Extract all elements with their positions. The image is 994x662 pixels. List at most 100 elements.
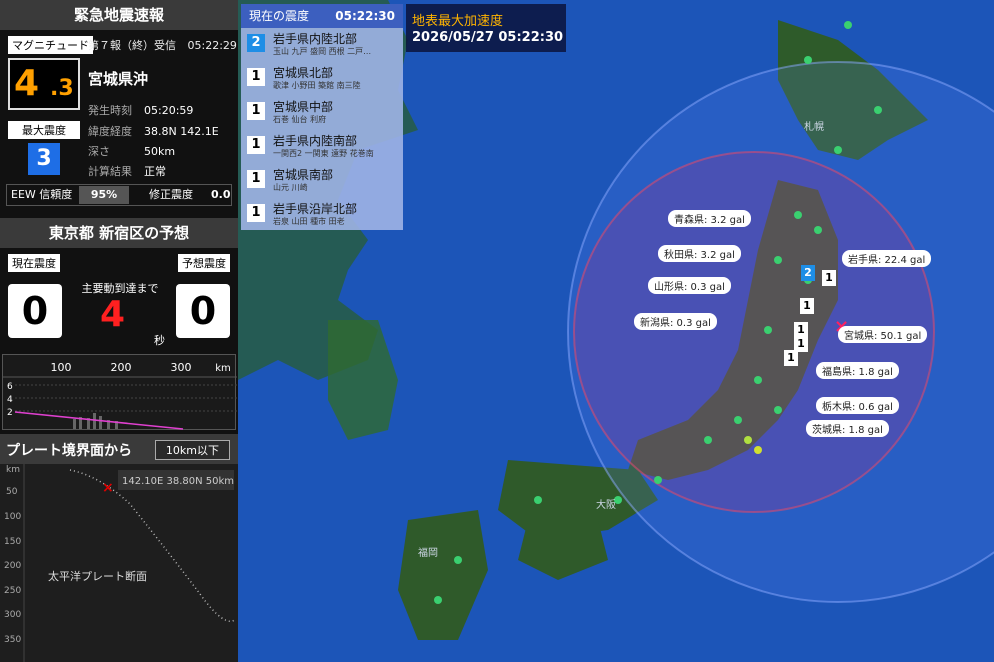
magnitude-decimal: .3	[50, 76, 74, 101]
depth-filter-button[interactable]: 10km以下	[154, 440, 230, 460]
region-cities: 玉山 九戸 盛岡 西根 二戸…	[273, 47, 372, 56]
intensity-list-time: 05:22:30	[335, 9, 395, 23]
dist-x-unit: km	[215, 363, 231, 374]
pga-panel: 地表最大加速度 2026/05/27 05:22:30	[406, 4, 566, 52]
plate-y-tick: 250	[4, 586, 21, 596]
map-intensity-badge: 1	[822, 270, 836, 286]
current-intensity-value: 0	[8, 284, 62, 338]
report-number: 第７報（終）受信	[88, 39, 176, 52]
kyushu	[398, 510, 488, 640]
dist-x-tick: 300	[171, 361, 192, 374]
arrival-seconds: 4	[100, 294, 126, 335]
left-panel: 緊急地震速報 マグニチュード 第７報（終）受信 05:22:29 4 .3 宮城…	[0, 0, 238, 662]
gal-label: 岩手県: 22.4 gal	[842, 250, 932, 267]
intensity-row[interactable]: 1 宮城県南部 山元 川崎	[241, 164, 403, 198]
plate-y-tick: 50	[6, 487, 18, 497]
dist-y-tick: 6	[7, 382, 13, 392]
plate-y-tick: 300	[4, 610, 21, 620]
max-intensity-label: 最大震度	[8, 121, 80, 139]
intensity-row[interactable]: 1 岩手県沿岸北部 岩泉 山田 種市 田老	[241, 198, 403, 232]
dist-y-tick: 4	[7, 395, 13, 405]
plate-y-tick: 100	[4, 512, 21, 522]
gal-label: 新潟県: 0.3 gal	[634, 313, 717, 330]
city-label: 福岡	[418, 546, 438, 559]
gal-label: 青森県: 3.2 gal	[668, 210, 751, 227]
current-intensity-label: 現在震度	[8, 254, 60, 272]
detail-row: 発生時刻 05:20:59	[88, 104, 194, 117]
map-intensity-badge: 1	[784, 350, 798, 366]
intensity-badge: 2	[247, 34, 265, 52]
magnitude-label: マグニチュード	[8, 36, 93, 54]
intensity-list-title: 現在の震度	[249, 9, 310, 23]
shikoku	[518, 520, 608, 580]
hypocenter-marker: ×	[102, 480, 114, 496]
detail-row: 緯度経度 38.8N 142.1E	[88, 125, 219, 138]
plate-y-tick: 200	[4, 561, 21, 571]
gal-label: 福島県: 1.8 gal	[816, 362, 899, 379]
region-cities: 石巻 仙台 利府	[273, 115, 327, 124]
region-name: 岩手県内陸北部	[273, 32, 358, 46]
region-cities: 歌津 小野田 築館 南三陸	[273, 81, 361, 90]
city-label: 大阪	[596, 498, 616, 511]
region-cities: 岩泉 山田 種市 田老	[273, 217, 345, 226]
region-name: 岩手県内陸南部	[273, 134, 358, 148]
forecast-panel: 現在震度 予想震度 0 0 主要動到達まで 4 秒	[0, 248, 238, 352]
gal-label: 栃木県: 0.6 gal	[816, 397, 899, 414]
arrival-unit: 秒	[154, 334, 165, 347]
distance-chart: 100 200 300 km 6 4 2	[2, 354, 237, 430]
intensity-row[interactable]: 2 岩手県内陸北部 玉山 九戸 盛岡 西根 二戸…	[241, 28, 403, 62]
dist-x-tick: 100	[51, 361, 72, 374]
forecast-title: 東京都 新宿区の予想	[0, 218, 238, 248]
region-name: 宮城県中部	[273, 100, 334, 114]
eew-panel: マグニチュード 第７報（終）受信 05:22:29 4 .3 宮城県沖 最大震度…	[0, 30, 238, 216]
plate-boundary	[69, 469, 237, 622]
plate-y-tick: 350	[4, 635, 21, 645]
gal-label: 山形県: 0.3 gal	[648, 277, 731, 294]
pga-title: 地表最大加速度	[412, 14, 504, 29]
confidence-label: EEW 信頼度	[11, 188, 73, 201]
detail-row: 深さ 50km	[88, 145, 176, 158]
intensity-badge: 1	[247, 68, 265, 86]
region-cities: 一関西2 一関東 遠野 花巻南	[273, 149, 374, 158]
epicenter-name: 宮城県沖	[88, 70, 149, 88]
magnitude-value: 4	[14, 63, 40, 104]
city-label: 札幌	[804, 120, 824, 133]
plate-title: プレート境界面から	[6, 443, 132, 459]
intensity-badge: 1	[247, 204, 265, 222]
intensity-list: 現在の震度 05:22:30 2 岩手県内陸北部 玉山 九戸 盛岡 西根 二戸……	[241, 4, 403, 230]
confidence-value: 95%	[79, 186, 129, 204]
gal-label: 秋田県: 3.2 gal	[658, 245, 741, 262]
p-wave-circle	[567, 61, 994, 603]
plate-y-unit: km	[6, 465, 20, 475]
plate-y-tick: 150	[4, 537, 21, 547]
plate-cross-section: km 50 100 150 200 250 300 350 142.10E 38…	[0, 464, 238, 662]
corrected-intensity-value: 0.0	[211, 188, 231, 201]
plate-svg: km 50 100 150 200 250 300 350 142.10E 38…	[4, 464, 237, 662]
eew-title: 緊急地震速報	[0, 0, 238, 30]
plate-info: 142.10E 38.80N 50km	[122, 476, 234, 487]
dist-x-tick: 200	[111, 361, 132, 374]
detail-row: 計算結果 正常	[88, 165, 166, 178]
distance-chart-svg: 100 200 300 km 6 4 2	[3, 361, 237, 430]
intensity-badge: 1	[247, 102, 265, 120]
intensity-row[interactable]: 1 岩手県内陸南部 一関西2 一関東 遠野 花巻南	[241, 130, 403, 164]
region-name: 宮城県南部	[273, 168, 334, 182]
region-name: 宮城県北部	[273, 66, 334, 80]
plate-header: プレート境界面から 10km以下	[0, 434, 238, 464]
dist-y-tick: 2	[7, 408, 13, 418]
region-cities: 山元 川崎	[273, 183, 308, 192]
intensity-list-header: 現在の震度 05:22:30	[241, 4, 403, 28]
intensity-row[interactable]: 1 宮城県中部 石巻 仙台 利府	[241, 96, 403, 130]
plate-section-label: 太平洋プレート断面	[48, 569, 147, 583]
region-name: 岩手県沿岸北部	[273, 202, 358, 216]
intensity-row[interactable]: 1 宮城県北部 歌津 小野田 築館 南三陸	[241, 62, 403, 96]
report-time: 05:22:29	[187, 39, 237, 52]
map-intensity-badge: 2	[801, 265, 815, 281]
intensity-badge: 1	[247, 136, 265, 154]
korean-peninsula	[328, 320, 398, 440]
report-info: 第７報（終）受信 05:22:29	[88, 37, 237, 53]
corrected-intensity-label: 修正震度	[149, 188, 193, 201]
intensity-badge: 1	[247, 170, 265, 188]
predicted-intensity-label: 予想震度	[178, 254, 230, 272]
confidence-row: EEW 信頼度 95% 修正震度 0.0	[6, 184, 232, 206]
